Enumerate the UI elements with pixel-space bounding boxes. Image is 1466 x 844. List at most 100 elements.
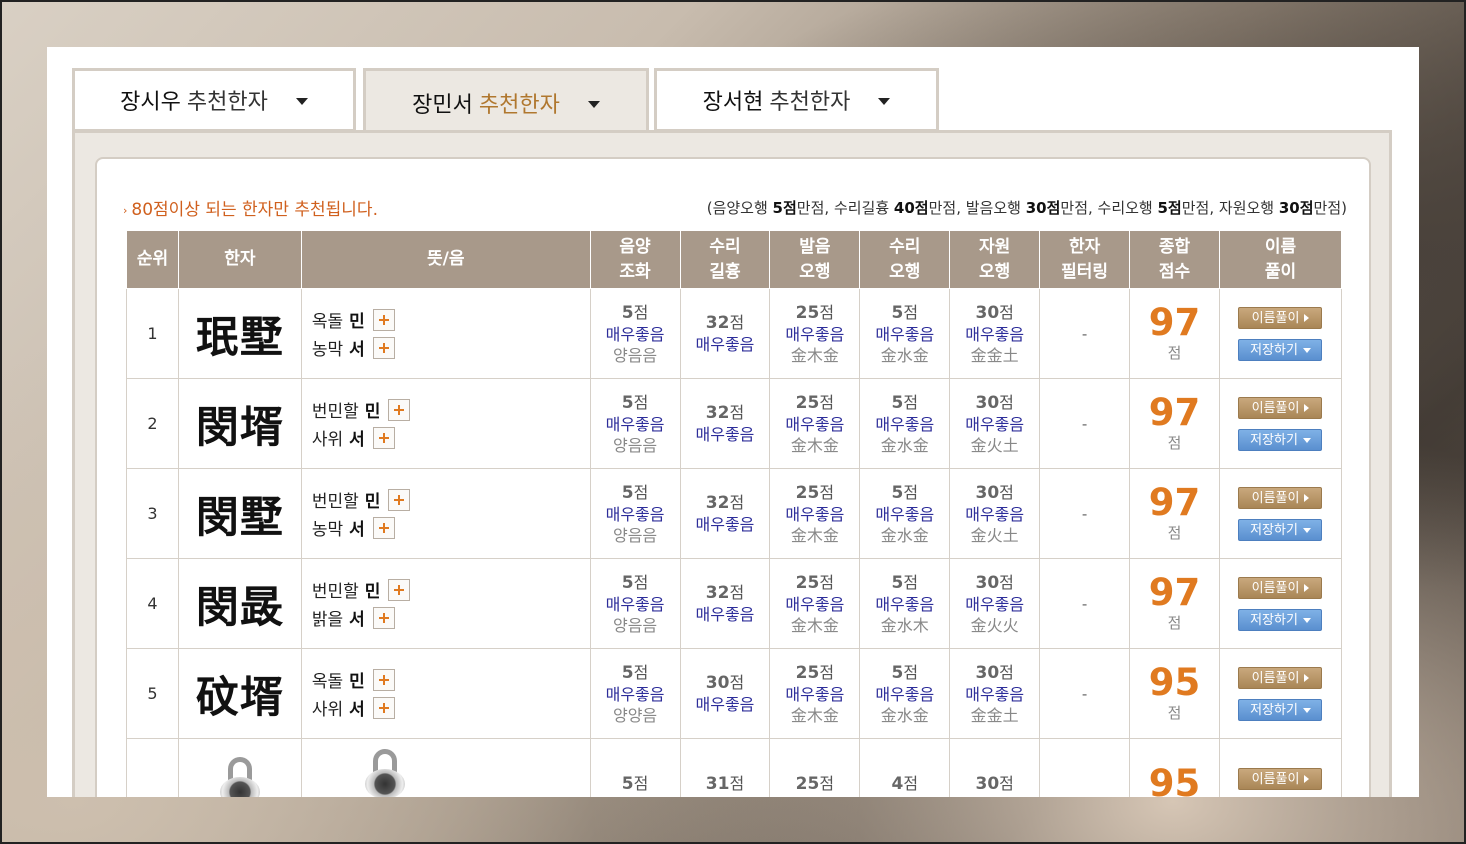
score-point: 25점 [770,392,859,414]
score-unit: 점 [903,773,919,793]
score-grade: 매우좋음 [785,504,845,524]
score-number: 32 [705,313,730,333]
meaning-line: 농막 서 [312,514,590,542]
score-block: 30점 [950,773,1039,795]
score-cell: 30점 매우좋음 金火土 [949,468,1041,559]
header-line: 조화 [619,261,651,282]
rank-number: 2 [126,378,179,469]
score-detail: 金木金 [790,705,839,725]
score-detail: 양음음 [612,615,658,635]
button-label: 이름풀이 [1251,490,1300,506]
name-explain-button[interactable]: 이름풀이 [1238,486,1323,509]
filter-cell: - [1039,288,1131,379]
score-grade: 매우좋음 [875,324,935,344]
plus-icon[interactable] [372,696,395,719]
filter-cell: - [1039,648,1131,739]
score-detail: 金木金 [790,525,839,545]
score-cell: 5점 매우좋음 金水金 [859,468,951,559]
score-block: 30점 매우좋음 金金土 [950,302,1039,366]
plus-icon[interactable] [372,668,395,691]
header-line: 필터링 [1061,261,1109,282]
tab-jang-siu[interactable]: 장시우 추천한자 [72,68,356,132]
save-button[interactable]: 저장하기 [1238,428,1323,451]
filter-cell: - [1039,468,1131,559]
meaning-text: 사위 [311,700,344,720]
score-unit: 점 [903,392,919,412]
score-unit: 만점, [796,199,834,217]
chevron-down-icon [1302,707,1311,713]
score-unit: 점 [633,392,649,412]
header-pronun: 발음 오행 [769,230,861,289]
recommend-panel: 장시우 추천한자 장민서 추천한자 장서현 추천한자 › 80점이상 되는 한자만… [47,47,1419,797]
save-button[interactable]: 저장하기 [1238,518,1323,541]
score-cell: 30점 [949,738,1041,797]
plus-icon[interactable] [372,516,395,539]
plus-icon[interactable] [372,336,395,359]
score-unit: 점 [999,662,1014,682]
score-unit: 점 [999,572,1014,592]
score-detail: 金水金 [880,435,929,455]
score-unit: 점 [819,773,835,793]
score-unit: 점 [729,313,745,332]
plus-icon[interactable] [388,398,411,421]
filter-value: - [1081,594,1088,613]
score-grade: 매우좋음 [605,504,665,524]
save-button[interactable]: 저장하기 [1238,338,1323,361]
total-unit: 점 [1167,344,1182,362]
score-point: 32점 [681,582,770,604]
meaning-cell [300,738,591,797]
score-grade: 매우좋음 [965,414,1025,434]
score-block: 25점 매우좋음 金木金 [770,302,859,366]
name-explain-button[interactable]: 이름풀이 [1238,576,1323,599]
score-detail: 金金土 [970,345,1019,365]
score-cell: 5점 매우좋음 양음음 [589,378,681,469]
plus-icon[interactable] [372,606,395,629]
header-explain: 이름 풀이 [1218,230,1343,289]
score-point: 5점 [591,773,680,795]
chevron-right-icon [1304,494,1310,502]
name-explain-button[interactable]: 이름풀이 [1238,666,1323,689]
score-point: 5점 [591,662,680,684]
score-block: 5점 매우좋음 金水金 [860,302,949,366]
score-number: 5 [891,572,904,593]
score-number: 32 [705,493,730,513]
header-line: 점수 [1158,261,1191,282]
score-unit: 점 [633,572,649,592]
save-button[interactable]: 저장하기 [1238,608,1323,631]
meaning-cell: 번민할 민 밝을 서 [300,558,591,649]
meaning-text: 번민할 [311,492,359,512]
name-explain-button[interactable]: 이름풀이 [1238,396,1323,419]
table-row: 4 閔晸 번민할 민 밝을 서 5점 매우좋음 양음음 32점 매우좋음 25점 매우좋음 金木金 5점 매우… [126,558,1343,649]
score-detail: 金木金 [790,435,839,455]
meaning-text: 밝을 [311,610,344,630]
tab-jang-minseo[interactable]: 장민서 추천한자 [363,68,649,134]
name-explain-button[interactable]: 이름풀이 [1238,306,1323,329]
plus-icon[interactable] [372,308,395,331]
header-line: 한자 [1068,236,1101,257]
score-unit: 점 [729,773,745,793]
score-detail: 양음음 [612,435,658,455]
save-button[interactable]: 저장하기 [1238,698,1323,721]
name-explain-button[interactable]: 이름풀이 [1238,767,1323,790]
chevron-down-icon [878,98,891,105]
score-grade: 매우좋음 [965,324,1025,344]
hanja-name: 閔墅 [177,468,302,559]
score-number: 4 [891,773,904,794]
tab-jang-seohyeon[interactable]: 장서현 추천한자 [654,68,939,132]
score-unit: 점 [903,662,919,682]
score-block: 30점 매우좋음 [681,672,770,715]
header-suri: 수리 길흉 [679,230,771,289]
score-block: 4점 [860,773,949,795]
bullet-icon: › [123,203,128,217]
total-cell: 95 [1129,738,1220,797]
plus-icon[interactable] [388,488,411,511]
score-cell: 25점 매우좋음 金木金 [769,378,861,469]
plus-icon[interactable] [372,426,395,449]
button-label: 이름풀이 [1251,400,1300,416]
reading-text: 서 [349,430,365,450]
score-point: 32점 [681,402,770,424]
rank-number: 3 [126,468,179,559]
plus-icon[interactable] [388,578,411,601]
header-suriohang: 수리 오행 [859,230,951,289]
score-grade: 매우좋음 [695,425,755,444]
